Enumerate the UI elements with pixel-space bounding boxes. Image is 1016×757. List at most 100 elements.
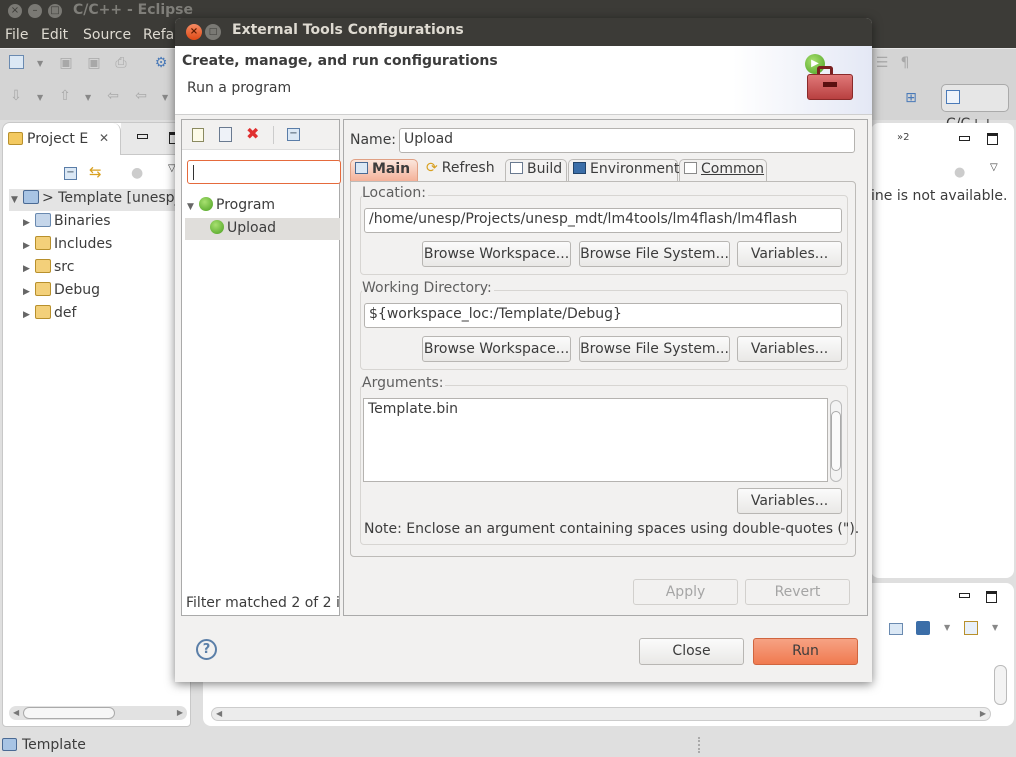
open-console-icon[interactable] <box>964 621 978 635</box>
expand-arrow-icon[interactable]: ▶ <box>23 264 30 274</box>
horizontal-scrollbar[interactable]: ◀ ▶ <box>9 706 187 720</box>
tree-item-binaries[interactable]: Binaries <box>35 213 111 229</box>
c-project-icon <box>23 190 39 204</box>
outline-panel: »2 ● ▽ ine is not available. <box>871 123 1014 578</box>
tree-item-label: Binaries <box>54 213 111 229</box>
display-console-icon[interactable] <box>916 621 930 635</box>
tree-item-debug[interactable]: Debug <box>35 282 100 298</box>
external-tools-toolbox-icon: ▶ <box>805 54 855 104</box>
collapse-all-icon[interactable]: − <box>64 167 77 180</box>
location-browse-workspace-button[interactable]: Browse Workspace... <box>422 241 571 267</box>
workdir-browse-workspace-button[interactable]: Browse Workspace... <box>422 336 571 362</box>
scrollbar-thumb[interactable] <box>831 411 841 471</box>
dialog-maximize-icon[interactable]: □ <box>205 24 221 40</box>
tree-item-label: Includes <box>54 236 113 252</box>
scroll-left-icon[interactable]: ◀ <box>216 708 222 720</box>
scroll-right-icon[interactable]: ▶ <box>980 708 986 720</box>
location-variables-button[interactable]: Variables... <box>737 241 842 267</box>
menu-file[interactable]: File <box>5 27 28 43</box>
arguments-scrollbar[interactable] <box>830 400 842 482</box>
expand-arrow-icon[interactable]: ▶ <box>23 287 30 297</box>
new-icon[interactable] <box>9 55 24 69</box>
vertical-scrollbar[interactable] <box>994 665 1007 705</box>
overflow-tabs-button[interactable]: »2 <box>897 132 910 143</box>
minimize-icon[interactable] <box>137 134 148 139</box>
scrollbar-thumb[interactable] <box>23 707 115 719</box>
duplicate-configuration-icon[interactable] <box>219 127 232 142</box>
scroll-left-icon[interactable]: ◀ <box>13 706 19 720</box>
tree-item-upload[interactable]: Upload <box>210 220 276 236</box>
tree-item-includes[interactable]: Includes <box>35 236 112 252</box>
name-input[interactable]: Upload <box>399 128 855 153</box>
expand-arrow-icon[interactable]: ▼ <box>11 195 18 205</box>
next-annotation-icon: ⇩ <box>10 88 22 104</box>
outline-unavailable-message: ine is not available. <box>871 188 1008 204</box>
tree-item-src[interactable]: src <box>35 259 74 275</box>
location-browse-filesystem-button[interactable]: Browse File System... <box>579 241 730 267</box>
new-configuration-icon[interactable] <box>192 128 204 142</box>
revert-button[interactable]: Revert <box>745 579 850 605</box>
window-close-button[interactable]: × <box>8 4 22 18</box>
tree-item-def[interactable]: def <box>35 305 76 321</box>
environment-icon <box>573 162 586 174</box>
dialog-close-icon[interactable]: × <box>186 24 202 40</box>
tree-item-template[interactable]: > Template [unesp_ <box>23 190 182 206</box>
working-directory-input[interactable]: ${workspace_loc:/Template/Debug} <box>364 303 842 328</box>
tab-common[interactable]: Common <box>679 159 767 181</box>
help-icon[interactable]: ? <box>196 639 217 660</box>
display-console-dropdown-icon[interactable]: ▼ <box>944 623 950 632</box>
menu-refactor[interactable]: Refa <box>143 27 174 43</box>
status-selected-resource: Template <box>22 737 86 753</box>
link-with-editor-icon[interactable]: ⇆ <box>89 163 102 181</box>
tree-item-program[interactable]: Program <box>199 197 275 213</box>
pin-console-icon[interactable] <box>889 623 903 635</box>
new-dropdown-icon[interactable]: ▼ <box>37 59 43 68</box>
window-minimize-button[interactable]: – <box>28 4 42 18</box>
main-tab-icon <box>355 162 368 174</box>
tab-strip: Main ⟳ Refresh Build Environment Common <box>350 159 856 182</box>
location-input[interactable]: /home/unesp/Projects/unesp_mdt/lm4tools/… <box>364 208 842 233</box>
perspective-cc-button[interactable]: C/C++ <box>941 84 1009 132</box>
arguments-variables-button[interactable]: Variables... <box>737 488 842 514</box>
toggle-list-icon: ☰ <box>875 55 889 71</box>
tree-item-label: def <box>54 305 77 321</box>
menu-source[interactable]: Source <box>83 27 131 43</box>
minimize-icon[interactable] <box>959 593 970 598</box>
expand-arrow-icon[interactable]: ▶ <box>23 218 30 228</box>
tab-build[interactable]: Build <box>505 159 567 181</box>
maximize-icon[interactable] <box>987 133 998 145</box>
tree-item-label: Upload <box>227 220 277 236</box>
maximize-icon[interactable] <box>986 591 997 603</box>
dialog-header-subtitle: Run a program <box>187 80 292 96</box>
tab-refresh[interactable]: ⟳ Refresh <box>422 159 504 181</box>
expand-arrow-icon[interactable]: ▼ <box>187 202 194 212</box>
horizontal-scrollbar[interactable]: ◀ ▶ <box>211 707 991 721</box>
folder-icon <box>35 282 51 296</box>
view-dropdown-icon[interactable]: ▽ <box>990 162 998 173</box>
close-tab-icon[interactable]: ✕ <box>99 131 109 145</box>
expand-arrow-icon[interactable]: ▶ <box>23 310 30 320</box>
save-all-icon: ▣ <box>87 55 101 71</box>
tab-label: Common <box>701 161 765 177</box>
delete-configuration-icon[interactable]: ✖ <box>246 124 259 143</box>
arguments-textarea[interactable]: Template.bin <box>363 398 828 482</box>
expand-arrow-icon[interactable]: ▶ <box>23 241 30 251</box>
minimize-icon[interactable] <box>959 136 970 141</box>
window-maximize-button[interactable]: □ <box>48 4 62 18</box>
workdir-browse-filesystem-button[interactable]: Browse File System... <box>579 336 730 362</box>
menu-edit[interactable]: Edit <box>41 27 68 43</box>
dialog-title: External Tools Configurations <box>232 22 464 38</box>
apply-button[interactable]: Apply <box>633 579 738 605</box>
filter-input[interactable] <box>187 160 341 184</box>
close-button[interactable]: Close <box>639 638 744 665</box>
open-console-dropdown-icon[interactable]: ▼ <box>992 623 998 632</box>
build-icon[interactable]: ⚙ <box>152 54 170 72</box>
workdir-variables-button[interactable]: Variables... <box>737 336 842 362</box>
scroll-right-icon[interactable]: ▶ <box>177 706 183 720</box>
open-perspective-icon[interactable]: ⊞ <box>902 89 920 107</box>
project-explorer-tab[interactable]: Project E ✕ <box>3 123 121 155</box>
collapse-all-icon[interactable]: − <box>287 128 300 141</box>
tab-environment[interactable]: Environment <box>568 159 679 181</box>
run-button[interactable]: Run <box>753 638 858 665</box>
tab-main[interactable]: Main <box>350 159 418 181</box>
